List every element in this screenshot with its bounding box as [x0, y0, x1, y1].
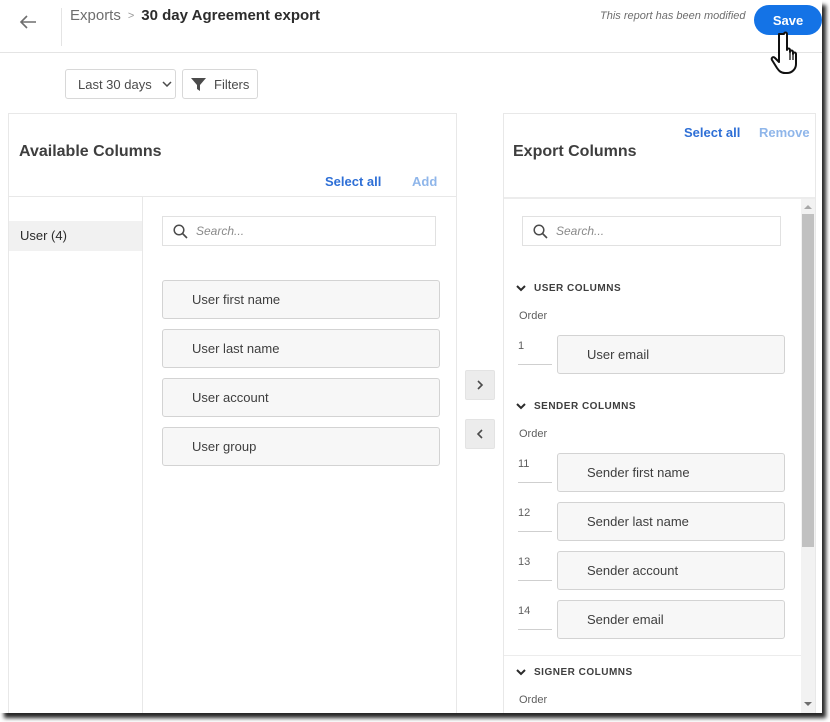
filters-label: Filters [214, 76, 250, 92]
available-column-item[interactable]: User group [162, 427, 440, 466]
available-column-item[interactable]: User account [162, 378, 440, 417]
category-list: User (4) [9, 197, 143, 713]
hand-cursor-icon [770, 31, 797, 74]
chevron-down-icon [516, 403, 526, 410]
chevron-left-icon [476, 429, 483, 439]
page-title: 30 day Agreement export [141, 7, 320, 24]
date-range-select[interactable]: Last 30 days [65, 69, 176, 99]
page-header: Exports > 30 day Agreement export This r… [0, 0, 822, 53]
section-user-columns[interactable]: USER COLUMNS [516, 283, 621, 294]
breadcrumb-separator: > [127, 9, 135, 22]
export-columns-title: Export Columns [513, 143, 637, 160]
order-input[interactable] [518, 335, 552, 365]
arrow-left-icon [19, 15, 36, 29]
available-column-item[interactable]: User first name [162, 280, 440, 319]
order-input[interactable] [518, 502, 552, 532]
search-icon [173, 223, 188, 239]
export-columns-list: USER COLUMNS Order User email SENDER COL… [504, 199, 801, 713]
scrollbar-thumb[interactable] [802, 214, 814, 547]
order-label: Order [519, 428, 548, 440]
export-column-item[interactable]: Sender account [557, 551, 785, 590]
export-column-item[interactable]: Sender first name [557, 453, 785, 492]
section-sender-columns[interactable]: SENDER COLUMNS [516, 401, 636, 412]
available-columns-panel: Available Columns Select all Add User (4… [8, 113, 457, 713]
divider [504, 655, 801, 656]
available-select-all-link[interactable]: Select all [325, 174, 381, 189]
breadcrumb: Exports > 30 day Agreement export [70, 7, 320, 24]
move-to-available-button[interactable] [465, 419, 495, 449]
search-icon [533, 223, 548, 239]
export-column-item[interactable]: Sender last name [557, 502, 785, 541]
filter-icon [191, 77, 206, 91]
export-column-item[interactable]: Sender email [557, 600, 785, 639]
chevron-down-icon [516, 285, 526, 292]
category-item-user[interactable]: User (4) [9, 221, 142, 251]
back-button[interactable] [16, 10, 40, 34]
order-input[interactable] [518, 551, 552, 581]
breadcrumb-exports-link[interactable]: Exports [70, 7, 121, 24]
export-column-item[interactable]: User email [557, 335, 785, 374]
date-range-value: Last 30 days [78, 76, 152, 92]
order-label: Order [519, 694, 548, 706]
section-title: SIGNER COLUMNS [534, 667, 633, 678]
scroll-down-arrow-icon[interactable] [804, 702, 812, 706]
section-signer-columns[interactable]: SIGNER COLUMNS [516, 667, 633, 678]
available-column-item[interactable]: User last name [162, 329, 440, 368]
export-scrollbar[interactable] [801, 199, 815, 713]
chevron-down-icon [162, 81, 172, 87]
add-link[interactable]: Add [412, 174, 437, 189]
modified-status: This report has been modified [600, 10, 746, 22]
export-select-all-link[interactable]: Select all [684, 125, 740, 140]
available-search-input[interactable] [196, 224, 406, 238]
move-to-export-button[interactable] [465, 370, 495, 400]
filters-button[interactable]: Filters [182, 69, 258, 99]
order-input[interactable] [518, 600, 552, 630]
header-divider [61, 8, 62, 46]
remove-link[interactable]: Remove [759, 125, 810, 140]
available-search-field[interactable] [162, 216, 436, 246]
order-label: Order [519, 310, 548, 322]
chevron-down-icon [516, 669, 526, 676]
export-search-input[interactable] [556, 224, 754, 238]
chevron-right-icon [477, 380, 484, 390]
order-input[interactable] [518, 453, 552, 483]
export-columns-panel: Export Columns Select all Remove USER CO… [503, 113, 816, 713]
section-title: SENDER COLUMNS [534, 401, 637, 412]
section-title: USER COLUMNS [534, 283, 622, 294]
export-search-field[interactable] [522, 216, 781, 246]
scroll-up-arrow-icon[interactable] [804, 205, 812, 209]
export-editor-window: Exports > 30 day Agreement export This r… [0, 0, 822, 713]
available-columns-title: Available Columns [19, 143, 162, 160]
